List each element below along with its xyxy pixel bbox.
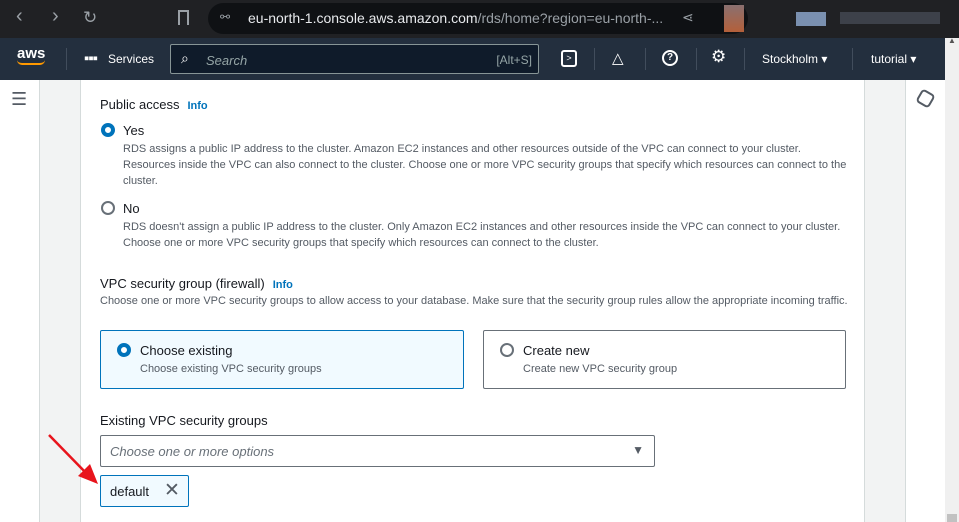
- public-access-yes-label[interactable]: Yes: [123, 123, 144, 138]
- forward-icon[interactable]: ›: [52, 5, 59, 28]
- existing-sg-label: Existing VPC security groups: [100, 413, 268, 428]
- public-access-label: Public access: [100, 97, 180, 112]
- create-new-tile[interactable]: Create new Create new VPC security group: [483, 330, 846, 389]
- search-placeholder: Search: [206, 53, 248, 68]
- existing-sg-placeholder: Choose one or more options: [110, 444, 275, 459]
- create-new-radio[interactable]: [500, 343, 514, 357]
- aws-top-nav: aws ▪▪▪ Services ⌕ Search [Alt+S] > △ ? …: [0, 38, 959, 80]
- connectivity-panel: Public access Info Yes RDS assigns a publ…: [80, 80, 865, 522]
- public-access-heading: Public access Info: [100, 97, 208, 112]
- vpc-sg-info-link[interactable]: Info: [273, 279, 293, 291]
- url-path: /rds/home?region=eu-north-...: [477, 10, 664, 26]
- public-access-info-link[interactable]: Info: [187, 100, 207, 112]
- back-icon[interactable]: ‹: [16, 5, 23, 28]
- public-access-yes-radio[interactable]: [101, 123, 115, 137]
- share-icon[interactable]: ⋖: [682, 9, 694, 26]
- public-access-no-radio[interactable]: [101, 201, 115, 215]
- search-icon: ⌕: [181, 50, 189, 66]
- region-label: Stockholm: [762, 52, 819, 66]
- scroll-up-icon[interactable]: ▲: [948, 36, 956, 45]
- scroll-thumb[interactable]: [947, 514, 957, 522]
- aws-logo[interactable]: aws: [17, 45, 46, 65]
- url-host: eu-north-1.console.aws.amazon.com: [248, 10, 478, 26]
- extension-icon[interactable]: [724, 5, 744, 32]
- existing-sg-select[interactable]: Choose one or more options ▼: [100, 435, 655, 467]
- search-shortcut: [Alt+S]: [496, 53, 532, 67]
- region-selector[interactable]: Stockholm ▾: [762, 52, 827, 66]
- remove-token-close-icon[interactable]: ✕: [164, 479, 180, 502]
- search-input[interactable]: ⌕ Search [Alt+S]: [170, 44, 539, 74]
- vpc-sg-label: VPC security group (firewall): [100, 276, 265, 291]
- create-new-description: Create new VPC security group: [523, 363, 678, 375]
- caret-down-icon: ▼: [632, 443, 644, 457]
- account-label: tutorial: [871, 52, 908, 66]
- logo-text: aws: [17, 45, 46, 62]
- public-access-yes-description: RDS assigns a public IP address to the c…: [123, 143, 847, 187]
- annotation-red-arrow: [48, 434, 98, 484]
- help-icon[interactable]: ?: [662, 50, 678, 66]
- notifications-bell-icon[interactable]: △: [612, 49, 624, 67]
- vpc-sg-description: Choose one or more VPC security groups t…: [100, 295, 848, 307]
- profile-avatar[interactable]: [796, 12, 826, 26]
- choose-existing-tile[interactable]: Choose existing Choose existing VPC secu…: [100, 330, 464, 389]
- side-navigation: ☰: [0, 80, 40, 522]
- page-scrollbar[interactable]: ▲: [945, 36, 959, 522]
- sg-token-label: default: [110, 484, 150, 499]
- choose-existing-description: Choose existing VPC security groups: [140, 363, 322, 375]
- account-menu[interactable]: tutorial ▾: [871, 52, 916, 66]
- vpc-sg-heading: VPC security group (firewall) Info: [100, 276, 293, 291]
- address-bar[interactable]: ⚯ eu-north-1.console.aws.amazon.com/rds/…: [208, 3, 748, 34]
- bookmark-icon[interactable]: [178, 10, 189, 25]
- hamburger-menu-icon[interactable]: ☰: [11, 89, 27, 110]
- services-grid-icon[interactable]: ▪▪▪: [84, 50, 98, 67]
- reload-icon[interactable]: ↻: [83, 8, 97, 28]
- sg-token: default ✕: [100, 475, 189, 507]
- choose-existing-radio[interactable]: [117, 343, 131, 357]
- settings-gear-icon[interactable]: ⚙: [711, 47, 726, 67]
- toolbar-extensions: [840, 12, 940, 24]
- site-settings-icon[interactable]: ⚯: [220, 10, 230, 24]
- browser-toolbar: ‹ › ↻ ⚯ eu-north-1.console.aws.amazon.co…: [0, 0, 959, 38]
- tools-panel-icon[interactable]: [915, 88, 936, 109]
- public-access-no-description: RDS doesn't assign a public IP address t…: [123, 221, 841, 249]
- services-menu[interactable]: Services: [108, 52, 154, 66]
- right-tools-rail: [905, 80, 945, 522]
- choose-existing-label: Choose existing: [140, 343, 233, 358]
- public-access-no-label[interactable]: No: [123, 201, 140, 216]
- cloudshell-icon[interactable]: >: [561, 50, 577, 67]
- create-new-label: Create new: [523, 343, 590, 358]
